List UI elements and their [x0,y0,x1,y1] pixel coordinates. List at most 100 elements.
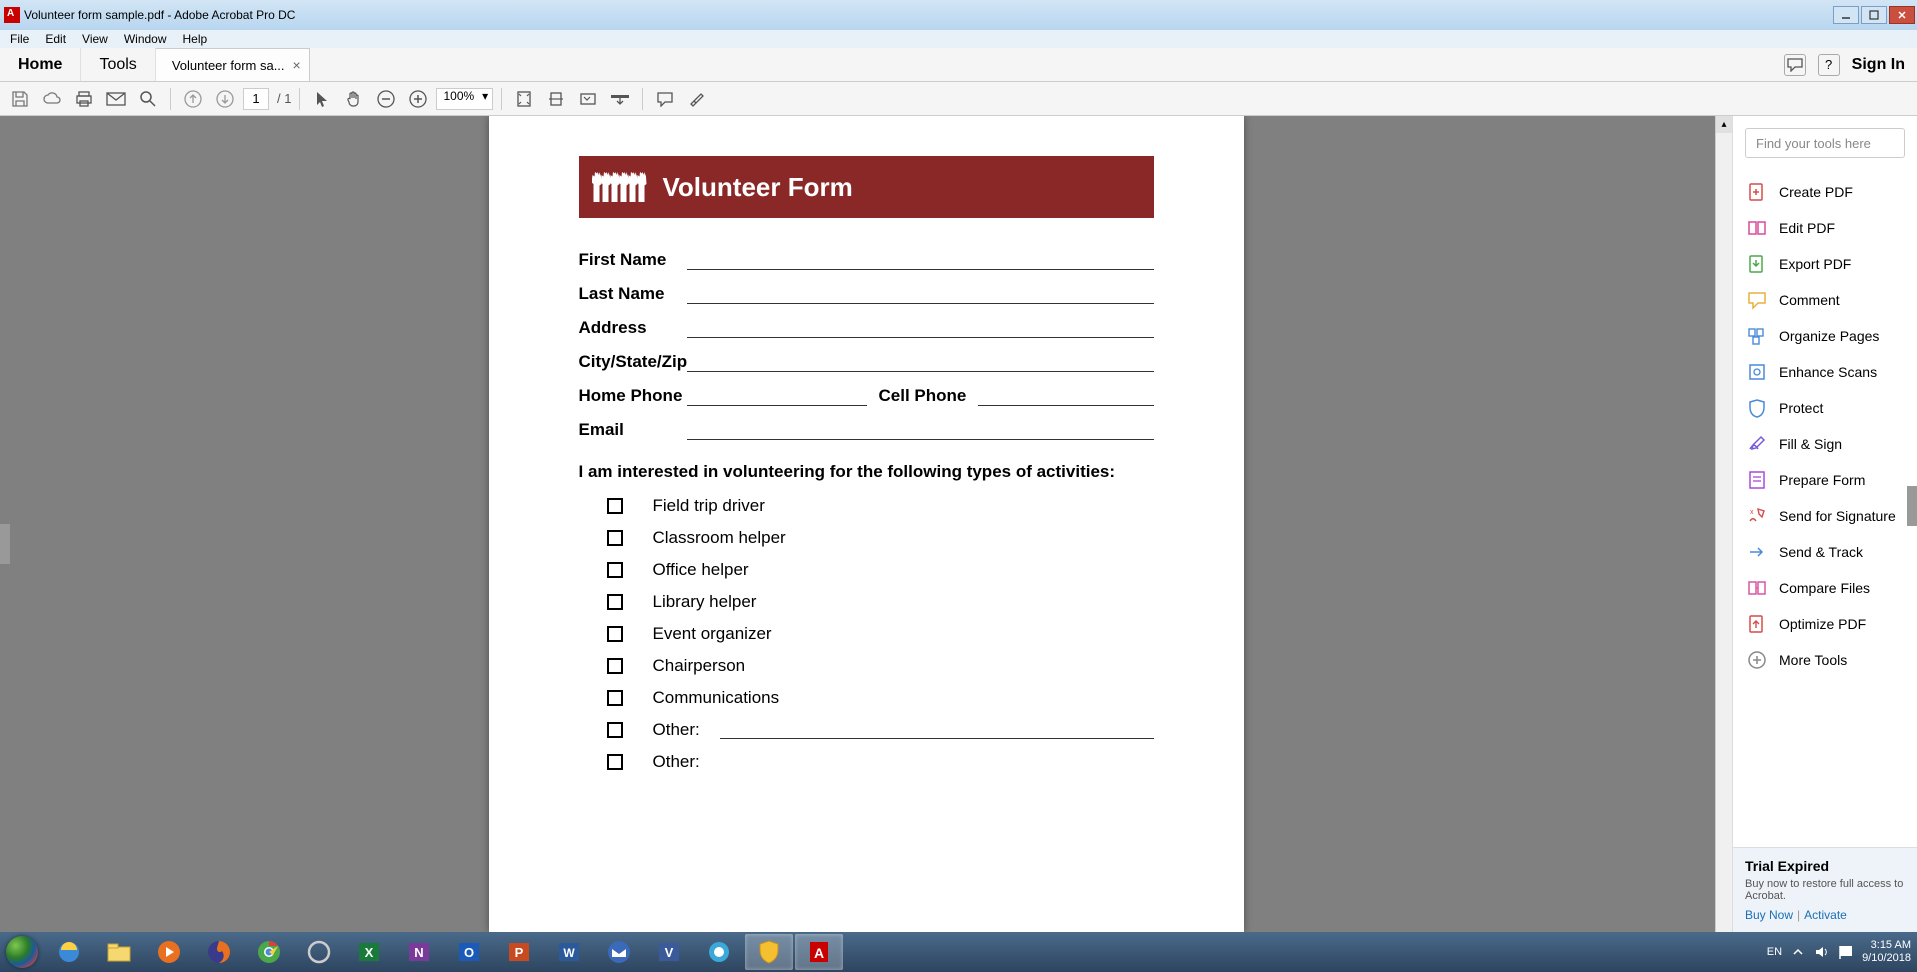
tab-tools[interactable]: Tools [81,48,155,81]
page-number-input[interactable] [243,88,269,110]
maximize-button[interactable] [1861,6,1887,24]
tray-lang[interactable]: EN [1767,946,1782,958]
start-button[interactable] [0,932,44,972]
help-button[interactable]: ? [1818,54,1840,76]
tool-search-input[interactable]: Find your tools here [1745,128,1905,158]
zoom-in-button[interactable] [404,85,432,113]
tool-comment[interactable]: Comment [1733,282,1917,318]
menu-help[interactable]: Help [175,31,216,47]
highlight-button[interactable] [683,85,711,113]
zoom-out-button[interactable] [372,85,400,113]
tool-more-tools[interactable]: More Tools [1733,642,1917,678]
flag-icon[interactable] [1838,944,1854,960]
activity-checklist: Field trip driver Classroom helper Offic… [579,496,1154,772]
taskbar-ie[interactable] [45,934,93,970]
next-page-button[interactable] [211,85,239,113]
scroll-up-button[interactable]: ▴ [1716,116,1732,133]
checkbox-field-trip[interactable] [607,498,623,514]
taskbar-word[interactable]: W [545,934,593,970]
tool-create-pdf[interactable]: Create PDF [1733,174,1917,210]
input-home-phone[interactable] [687,386,867,406]
fit-page-button[interactable] [510,85,538,113]
fit-visible-button[interactable] [574,85,602,113]
tool-send-track[interactable]: Send & Track [1733,534,1917,570]
taskbar-media-player[interactable] [145,934,193,970]
search-button[interactable] [134,85,162,113]
checkbox-office[interactable] [607,562,623,578]
optimize-icon [1747,614,1767,634]
tool-protect[interactable]: Protect [1733,390,1917,426]
zoom-select[interactable]: 100% ▾ [436,88,493,110]
document-viewport[interactable]: Volunteer Form First Name Last Name Addr… [0,116,1732,932]
app-icon [4,7,20,23]
taskbar-powerpoint[interactable]: P [495,934,543,970]
taskbar-outlook[interactable]: O [445,934,493,970]
checkbox-communications[interactable] [607,690,623,706]
menu-window[interactable]: Window [116,31,175,47]
checkbox-classroom[interactable] [607,530,623,546]
menu-view[interactable]: View [74,31,116,47]
activate-link[interactable]: Activate [1804,908,1847,922]
signin-button[interactable]: Sign In [1852,56,1905,74]
taskbar-cortana[interactable] [295,934,343,970]
tool-enhance-scans[interactable]: Enhance Scans [1733,354,1917,390]
expand-left-panel[interactable] [0,524,10,564]
input-first-name[interactable] [687,250,1154,270]
notifications-button[interactable] [1784,54,1806,76]
prev-page-button[interactable] [179,85,207,113]
close-tab-icon[interactable]: × [293,57,301,73]
vertical-scrollbar[interactable]: ▴ [1715,116,1732,932]
tool-compare-files[interactable]: Compare Files [1733,570,1917,606]
cloud-button[interactable] [38,85,66,113]
input-other-1[interactable] [720,721,1154,739]
selection-tool-button[interactable] [308,85,336,113]
checkbox-library[interactable] [607,594,623,610]
tool-export-pdf[interactable]: Export PDF [1733,246,1917,282]
checkbox-other-2[interactable] [607,754,623,770]
checkbox-other-1[interactable] [607,722,623,738]
menu-file[interactable]: File [2,31,37,47]
tool-organize-pages[interactable]: Organize Pages [1733,318,1917,354]
read-mode-button[interactable] [606,85,634,113]
minimize-button[interactable] [1833,6,1859,24]
print-button[interactable] [70,85,98,113]
sticky-note-button[interactable] [651,85,679,113]
label-first-name: First Name [579,250,687,270]
volume-icon[interactable] [1814,944,1830,960]
checkbox-event[interactable] [607,626,623,642]
tool-send-for-signature[interactable]: xSend for Signature [1733,498,1917,534]
taskbar-thunderbird[interactable] [595,934,643,970]
input-email[interactable] [687,420,1154,440]
input-cell-phone[interactable] [978,386,1153,406]
close-button[interactable] [1889,6,1915,24]
tray-up-icon[interactable] [1790,944,1806,960]
input-last-name[interactable] [687,284,1154,304]
tab-home[interactable]: Home [0,48,81,81]
menu-edit[interactable]: Edit [37,31,74,47]
windows-icon [6,936,38,968]
buy-now-link[interactable]: Buy Now [1745,908,1793,922]
tool-edit-pdf[interactable]: Edit PDF [1733,210,1917,246]
fit-width-button[interactable] [542,85,570,113]
checkbox-chairperson[interactable] [607,658,623,674]
expand-right-panel[interactable] [1907,486,1917,526]
tool-prepare-form[interactable]: Prepare Form [1733,462,1917,498]
taskbar-acrobat[interactable]: A [795,934,843,970]
taskbar-excel[interactable]: X [345,934,393,970]
taskbar-explorer[interactable] [95,934,143,970]
input-city-state-zip[interactable] [687,352,1154,372]
input-address[interactable] [687,318,1154,338]
email-button[interactable] [102,85,130,113]
taskbar-onenote[interactable]: N [395,934,443,970]
taskbar-app-blue[interactable] [695,934,743,970]
hand-tool-button[interactable] [340,85,368,113]
taskbar-visio[interactable]: V [645,934,693,970]
tool-fill-sign[interactable]: Fill & Sign [1733,426,1917,462]
tool-optimize-pdf[interactable]: Optimize PDF [1733,606,1917,642]
taskbar-shield[interactable] [745,934,793,970]
clock[interactable]: 3:15 AM 9/10/2018 [1862,939,1911,965]
document-tab[interactable]: Volunteer form sa... × [156,48,310,81]
taskbar-chrome[interactable] [245,934,293,970]
taskbar-firefox[interactable] [195,934,243,970]
save-button[interactable] [6,85,34,113]
